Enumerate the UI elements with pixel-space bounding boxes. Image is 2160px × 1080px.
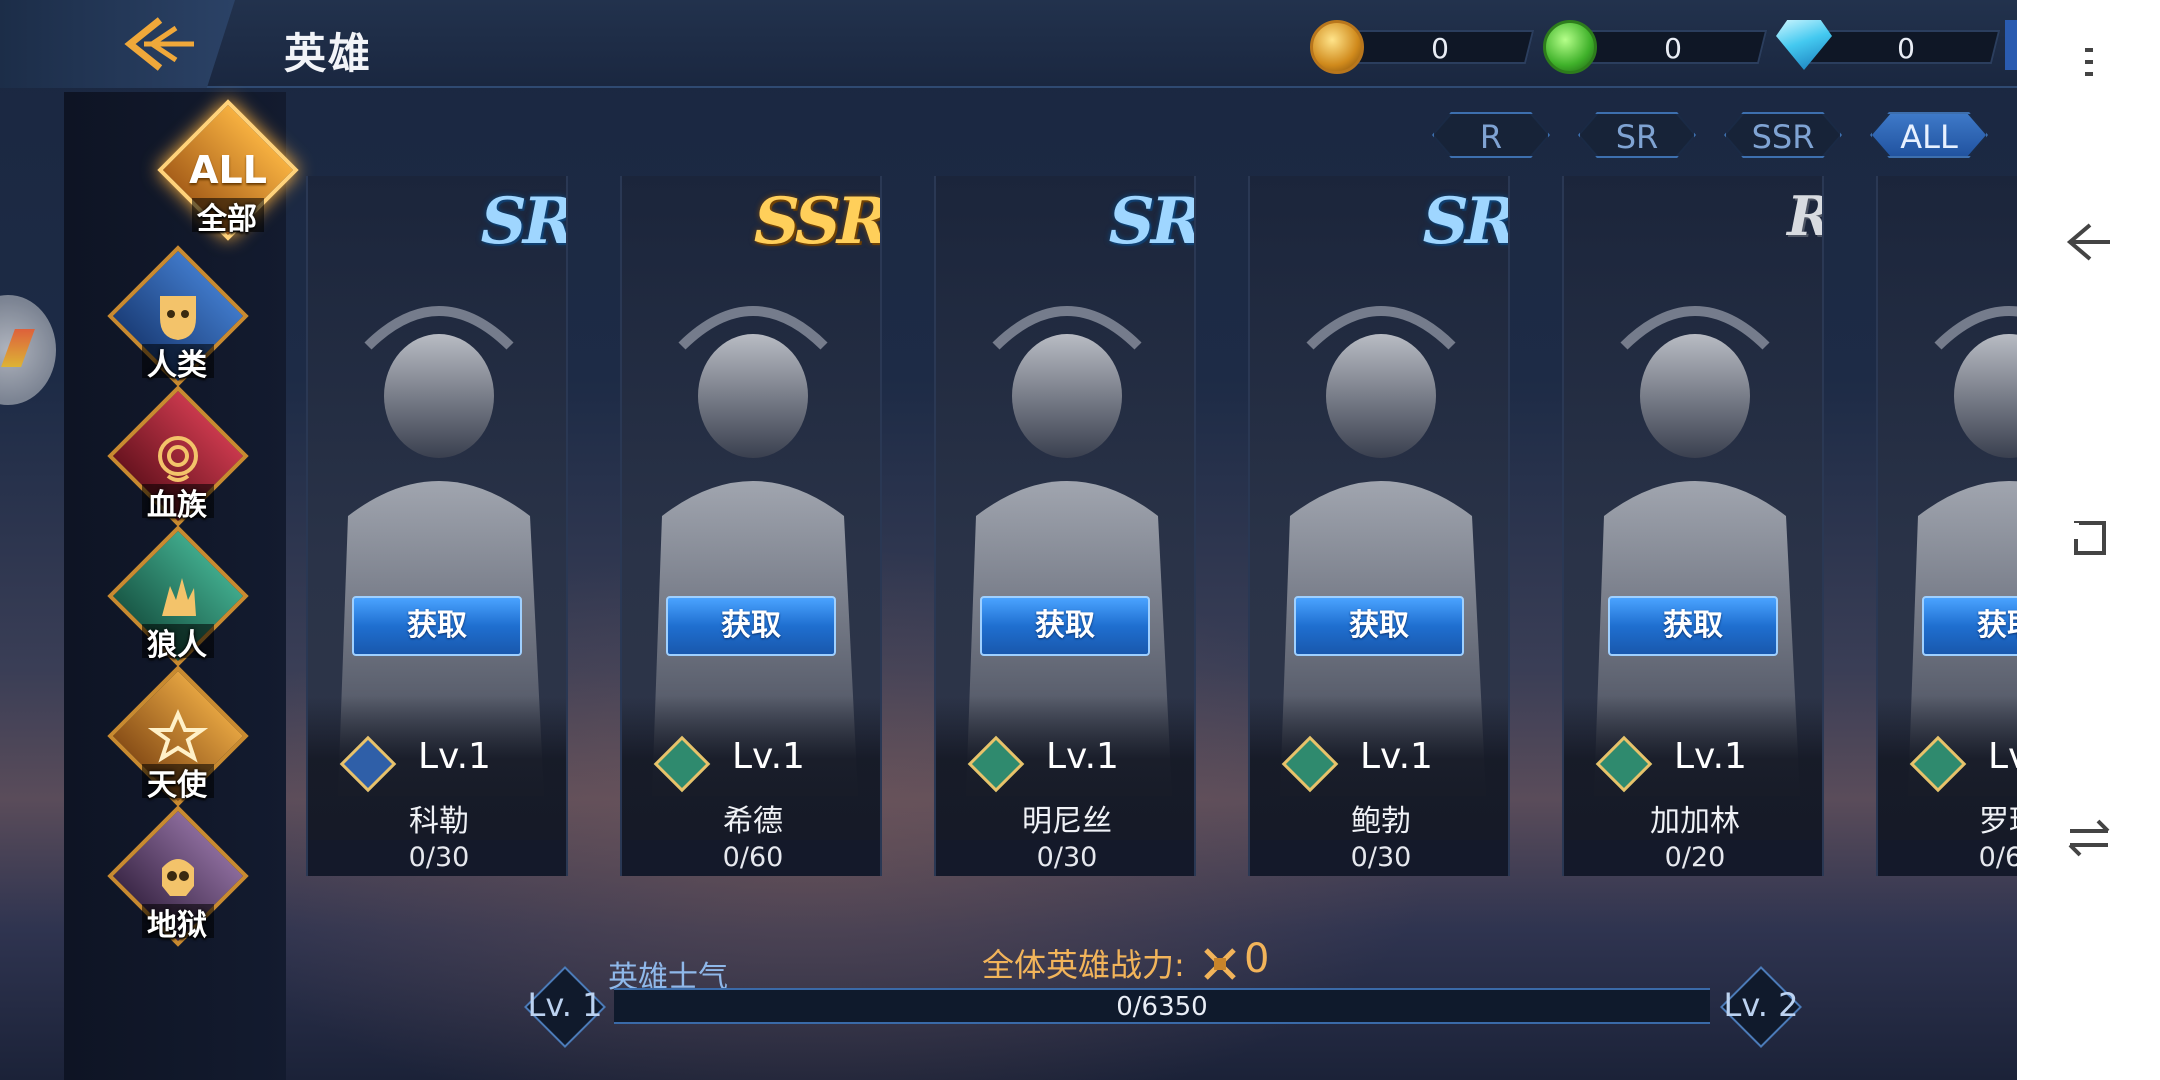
hero-level: Lv.1 [418, 736, 491, 777]
hero-level: Lv.1 [732, 736, 805, 777]
obtain-button[interactable]: 获取 [1294, 596, 1464, 656]
hero-name: 加加林 [1650, 804, 1740, 839]
switch-apps-icon [2068, 819, 2110, 857]
back-button[interactable] [0, 0, 235, 88]
category-label: 血族 [147, 488, 207, 523]
top-bar: 英雄 0 0 0 [0, 0, 2017, 88]
rarity-badge: R [1787, 184, 1824, 248]
faction-sidebar: ALL 全部 人类 血族 狼人 天使 地狱 [64, 92, 299, 1080]
rarity-badge: SR [1422, 184, 1510, 259]
hero-shard-count: 0/60 [1878, 840, 2017, 876]
category-human[interactable]: 人类 [102, 245, 252, 390]
rarity-badge: SR [480, 184, 568, 259]
top-edge-tab[interactable] [2005, 20, 2017, 70]
werewolf-faction-icon [1909, 735, 1967, 793]
hero-shard-count: 0/60 [622, 840, 880, 876]
hero-card[interactable]: SR 获取 Lv.1 科勒 0/30 [306, 176, 568, 876]
hero-card[interactable]: SSR 获取 Lv.1 希德 0/60 [620, 176, 882, 876]
total-power-value: 0 [1244, 936, 1270, 982]
menu-button[interactable] [2047, 20, 2131, 104]
category-hell[interactable]: 地狱 [102, 805, 252, 950]
hero-shard-count: 0/20 [1564, 840, 1822, 876]
green-orb-icon [1543, 20, 1597, 74]
filter-ssr[interactable]: SSR [1724, 112, 1842, 158]
system-nav-bar [2017, 0, 2160, 1080]
category-angel[interactable]: 天使 [102, 665, 252, 810]
hero-card[interactable]: SR 获取 Lv.1 明尼丝 0/30 [934, 176, 1196, 876]
hero-shard-count: 0/30 [1250, 840, 1508, 876]
werewolf-faction-icon [653, 735, 711, 793]
green-orb-currency[interactable]: 0 [1543, 20, 1773, 74]
human-faction-icon [339, 735, 397, 793]
hero-shard-count: 0/30 [308, 840, 566, 876]
menu-icon [2085, 48, 2093, 76]
gold-currency[interactable]: 0 [1310, 20, 1540, 74]
werewolf-faction-icon [1595, 735, 1653, 793]
hero-shard-count: 0/30 [936, 840, 1194, 876]
werewolf-faction-icon [1281, 735, 1339, 793]
page-title: 英雄 [284, 29, 373, 78]
switch-apps-button[interactable] [2047, 796, 2131, 880]
rarity-badge: SR [1108, 184, 1196, 259]
hero-card[interactable]: SR 获取 Lv.1 鲍勃 0/30 [1248, 176, 1510, 876]
hero-name: 科勒 [409, 804, 469, 839]
morale-progress-bar: 0/6350 [614, 988, 1710, 1024]
green-orb-amount: 0 [1664, 32, 1682, 65]
hero-name: 希德 [723, 804, 783, 839]
obtain-button[interactable]: 获取 [352, 596, 522, 656]
obtain-button[interactable]: 获取 [980, 596, 1150, 656]
recent-apps-icon [2073, 521, 2106, 555]
filter-r[interactable]: R [1432, 112, 1550, 158]
gold-amount: 0 [1431, 32, 1449, 65]
obtain-button[interactable]: 获取 [666, 596, 836, 656]
hero-card[interactable]: SR 获取 Lv.1 罗琪 0/60 [1876, 176, 2017, 876]
obtain-button[interactable]: 获取 [1608, 596, 1778, 656]
category-werewolf[interactable]: 狼人 [102, 525, 252, 670]
morale-progress-text: 0/6350 [1116, 992, 1208, 1022]
total-power-label: 全体英雄战力: [982, 946, 1185, 984]
hero-level: Lv.1 [1674, 736, 1747, 777]
filter-all[interactable]: ALL [1870, 112, 1988, 158]
side-pull-handle[interactable] [0, 295, 56, 405]
back-arrow-icon [2066, 223, 2110, 261]
category-label: 人类 [147, 348, 207, 383]
back-arrow-icon [124, 17, 194, 71]
hero-level: Lv.1 [1046, 736, 1119, 777]
crossed-swords-icon [1204, 948, 1236, 980]
hero-name: 罗琪 [1979, 804, 2017, 839]
recent-apps-button[interactable] [2047, 496, 2131, 580]
category-vampire[interactable]: 血族 [102, 385, 252, 530]
filter-sr[interactable]: SR [1578, 112, 1696, 158]
category-label: 狼人 [147, 628, 207, 663]
obtain-button[interactable]: 获取 [1922, 596, 2017, 656]
morale-current-level: Lv. 1 [520, 962, 610, 1052]
category-label: 天使 [147, 768, 207, 803]
rarity-badge: SSR [753, 184, 882, 259]
hero-name: 鲍勃 [1351, 804, 1411, 839]
category-label: 全部 [197, 202, 257, 237]
all-icon-text: ALL [189, 148, 267, 192]
werewolf-faction-icon [967, 735, 1025, 793]
hero-name: 明尼丝 [1022, 804, 1112, 839]
diamond-amount: 0 [1897, 32, 1915, 65]
category-all[interactable]: ALL 全部 [152, 99, 302, 244]
hero-card[interactable]: R 获取 Lv.1 加加林 0/20 [1562, 176, 1824, 876]
gold-coin-icon [1310, 20, 1364, 74]
hero-level: Lv.1 [1360, 736, 1433, 777]
morale-next-level: Lv. 2 [1716, 962, 1806, 1052]
category-label: 地狱 [147, 908, 207, 943]
hero-level: Lv.1 [1988, 736, 2017, 777]
game-screen: 英雄 0 0 0 ALL 全部 人类 血族 狼人 天使 地狱 R SR SSR … [0, 0, 2017, 1080]
diamond-currency[interactable]: 0 [1776, 20, 2006, 70]
system-back-button[interactable] [2047, 200, 2131, 284]
